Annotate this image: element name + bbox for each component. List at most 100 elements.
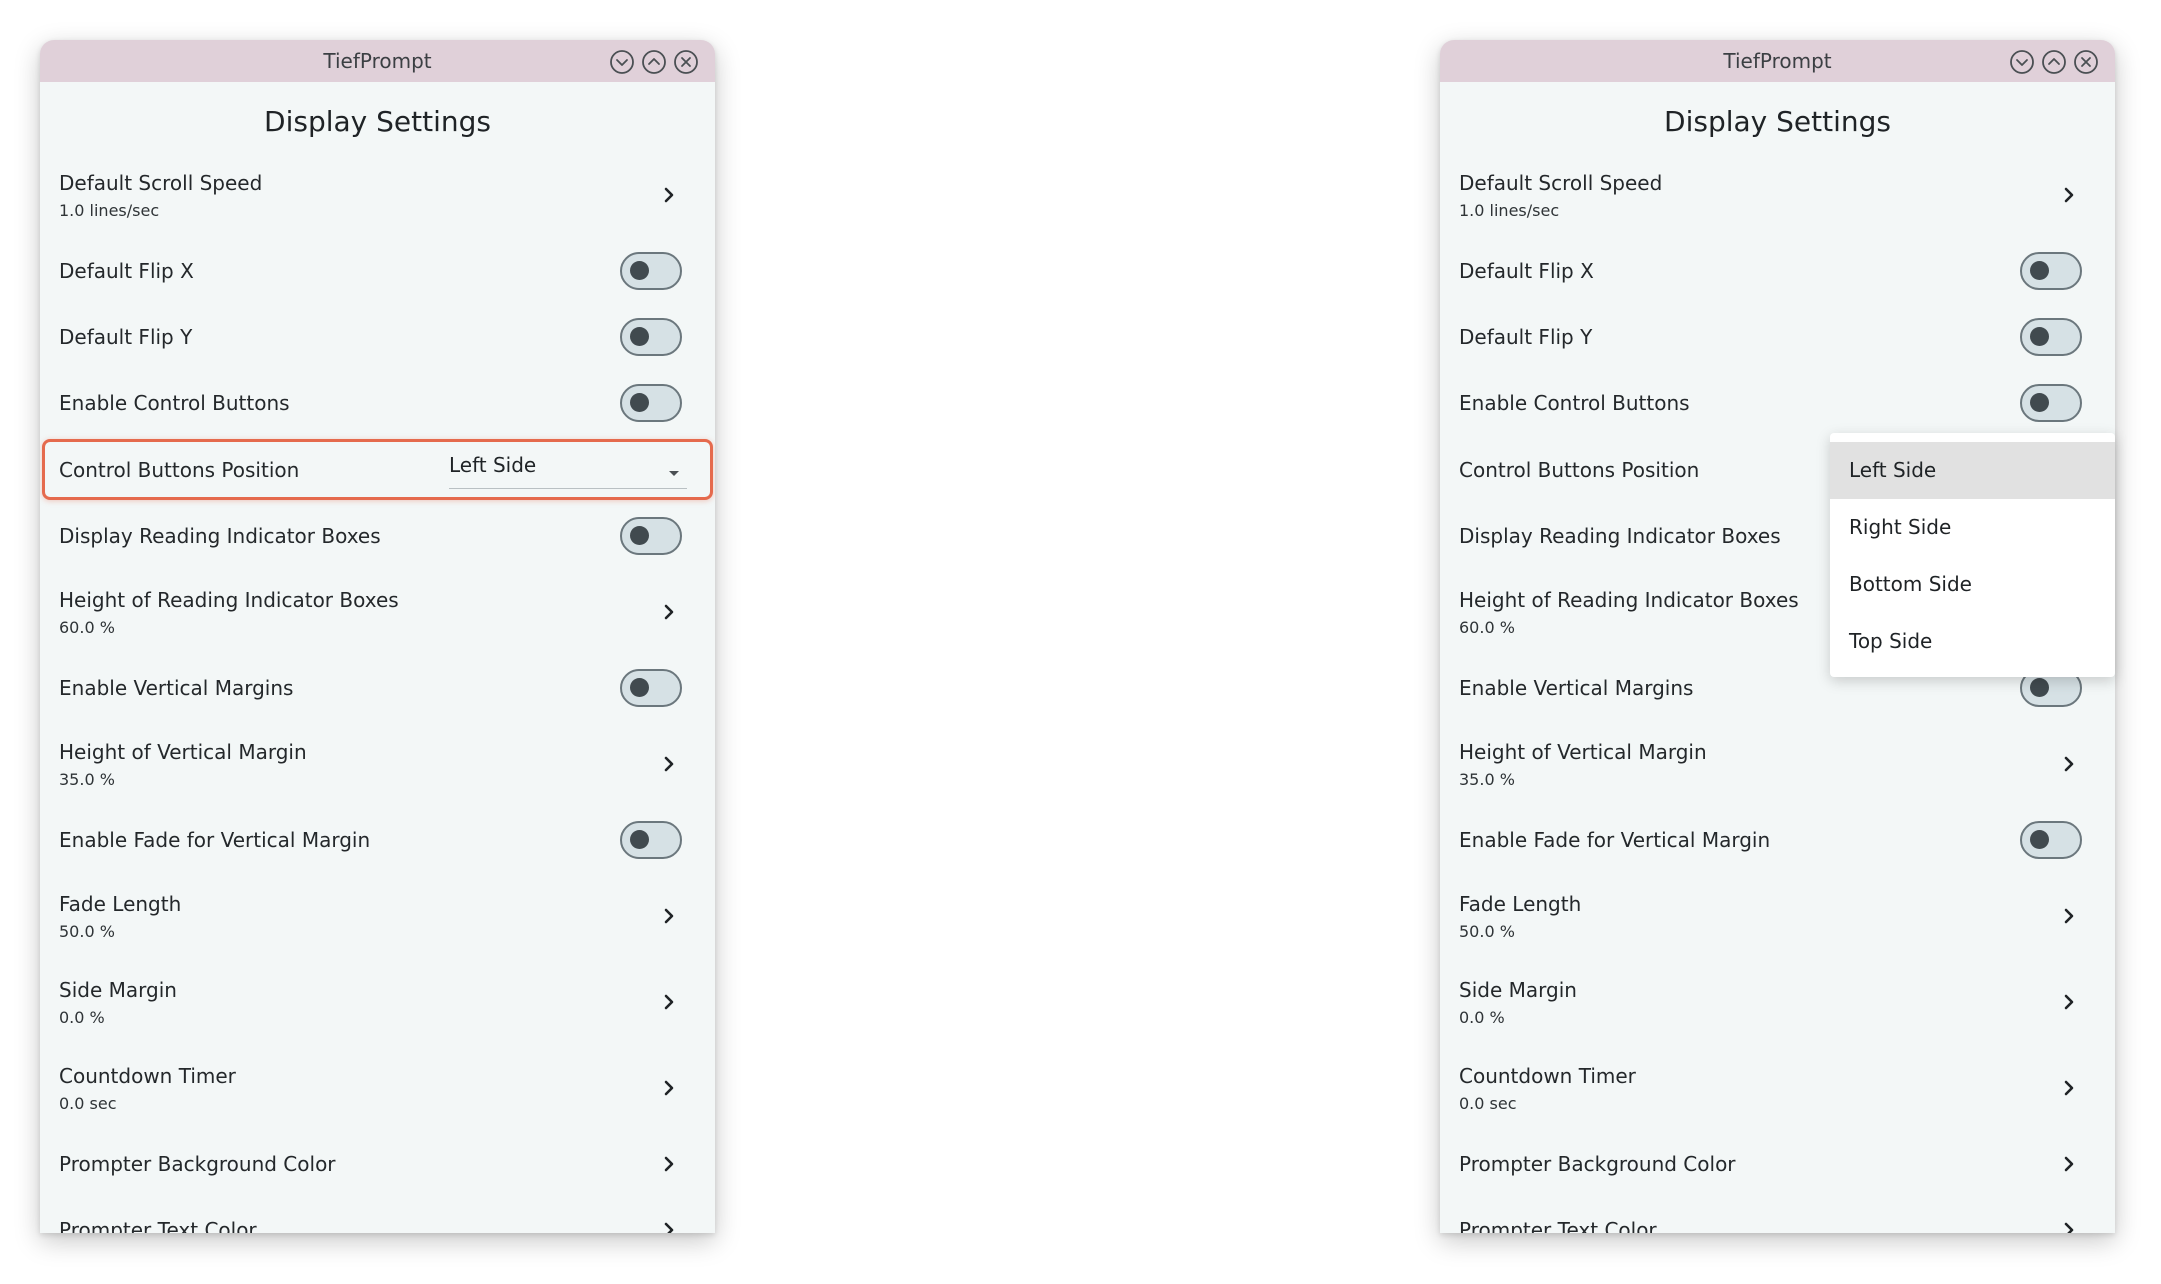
setting-label: Fade Length — [59, 891, 182, 916]
setting-label: Enable Fade for Vertical Margin — [59, 828, 371, 852]
setting-value: 0.0 % — [1459, 1007, 1505, 1027]
toggle-knob — [630, 393, 649, 412]
setting-label: Default Flip Y — [1459, 325, 1593, 349]
setting-prompter-text-color[interactable]: Prompter Text Color — [40, 1197, 715, 1233]
setting-label: Prompter Text Color — [1459, 1218, 1657, 1233]
setting-label: Default Scroll Speed — [59, 170, 263, 195]
setting-default-scroll-speed[interactable]: Default Scroll Speed 1.0 lines/sec — [1440, 152, 2115, 238]
maximize-icon[interactable] — [641, 49, 667, 75]
setting-value: 1.0 lines/sec — [59, 200, 160, 220]
setting-prompter-text-color[interactable]: Prompter Text Color — [1440, 1197, 2115, 1233]
setting-label: Height of Reading Indicator Boxes — [59, 587, 399, 612]
setting-countdown-timer[interactable]: Countdown Timer 0.0 sec — [1440, 1045, 2115, 1131]
setting-label: Prompter Text Color — [59, 1218, 257, 1233]
close-icon[interactable] — [2073, 49, 2099, 75]
position-dropdown-menu: Left Side Right Side Bottom Side Top Sid… — [1830, 433, 2115, 677]
setting-label: Countdown Timer — [1459, 1063, 1636, 1088]
toggle-knob — [630, 327, 649, 346]
titlebar[interactable]: TiefPrompt — [1440, 40, 2115, 82]
chevron-right-icon — [2058, 1219, 2080, 1233]
flip-y-toggle[interactable] — [2020, 318, 2082, 356]
vertical-margins-toggle[interactable] — [620, 669, 682, 707]
window-title: TiefPrompt — [1723, 49, 1832, 73]
toggle-knob — [2030, 678, 2049, 697]
setting-fade-length[interactable]: Fade Length 50.0 % — [40, 873, 715, 959]
menu-item-top-side[interactable]: Top Side — [1830, 613, 2115, 670]
setting-value: 50.0 % — [1459, 921, 1515, 941]
chevron-right-icon — [2058, 1077, 2080, 1099]
menu-item-left-side[interactable]: Left Side — [1830, 442, 2115, 499]
reading-indicator-toggle[interactable] — [620, 517, 682, 555]
setting-control-buttons-position: Control Buttons Position Left Side — [40, 436, 715, 503]
window-controls — [2009, 49, 2099, 75]
setting-value: 35.0 % — [59, 769, 115, 789]
setting-label: Countdown Timer — [59, 1063, 236, 1088]
setting-label: Enable Vertical Margins — [59, 676, 294, 700]
chevron-right-icon — [658, 184, 680, 206]
menu-item-bottom-side[interactable]: Bottom Side — [1830, 556, 2115, 613]
flip-y-toggle[interactable] — [620, 318, 682, 356]
setting-label: Enable Fade for Vertical Margin — [1459, 828, 1771, 852]
fade-toggle[interactable] — [2020, 821, 2082, 859]
control-buttons-toggle[interactable] — [620, 384, 682, 422]
toggle-knob — [630, 830, 649, 849]
setting-default-scroll-speed[interactable]: Default Scroll Speed 1.0 lines/sec — [40, 152, 715, 238]
setting-label: Enable Vertical Margins — [1459, 676, 1694, 700]
setting-display-reading-indicator-boxes: Display Reading Indicator Boxes — [40, 503, 715, 569]
setting-label: Default Flip X — [59, 259, 194, 283]
setting-height-vertical-margin[interactable]: Height of Vertical Margin 35.0 % — [40, 721, 715, 807]
caret-down-icon — [667, 463, 681, 476]
chevron-right-icon — [2058, 753, 2080, 775]
flip-x-toggle[interactable] — [2020, 252, 2082, 290]
setting-label: Default Scroll Speed — [1459, 170, 1663, 195]
setting-prompter-bg-color[interactable]: Prompter Background Color — [1440, 1131, 2115, 1197]
flip-x-toggle[interactable] — [620, 252, 682, 290]
setting-countdown-timer[interactable]: Countdown Timer 0.0 sec — [40, 1045, 715, 1131]
setting-height-vertical-margin[interactable]: Height of Vertical Margin 35.0 % — [1440, 721, 2115, 807]
setting-value: 0.0 sec — [59, 1093, 117, 1113]
titlebar[interactable]: TiefPrompt — [40, 40, 715, 82]
close-icon[interactable] — [673, 49, 699, 75]
position-dropdown[interactable]: Left Side — [449, 449, 687, 489]
fade-toggle[interactable] — [620, 821, 682, 859]
minimize-icon[interactable] — [609, 49, 635, 75]
chevron-right-icon — [658, 991, 680, 1013]
chevron-right-icon — [658, 905, 680, 927]
window-controls — [609, 49, 699, 75]
minimize-icon[interactable] — [2009, 49, 2035, 75]
setting-value: 0.0 sec — [1459, 1093, 1517, 1113]
chevron-right-icon — [2058, 991, 2080, 1013]
setting-label: Side Margin — [1459, 977, 1577, 1002]
toggle-knob — [2030, 830, 2049, 849]
chevron-right-icon — [658, 753, 680, 775]
setting-value: 0.0 % — [59, 1007, 105, 1027]
setting-label: Prompter Background Color — [1459, 1152, 1736, 1176]
setting-side-margin[interactable]: Side Margin 0.0 % — [1440, 959, 2115, 1045]
setting-value: 50.0 % — [59, 921, 115, 941]
setting-prompter-bg-color[interactable]: Prompter Background Color — [40, 1131, 715, 1197]
setting-enable-control-buttons: Enable Control Buttons — [1440, 370, 2115, 436]
setting-label: Display Reading Indicator Boxes — [59, 524, 381, 548]
setting-label: Enable Control Buttons — [59, 391, 290, 415]
window-title: TiefPrompt — [323, 49, 432, 73]
chevron-right-icon — [2058, 905, 2080, 927]
setting-enable-fade: Enable Fade for Vertical Margin — [40, 807, 715, 873]
menu-item-right-side[interactable]: Right Side — [1830, 499, 2115, 556]
chevron-right-icon — [658, 1219, 680, 1233]
setting-default-flip-y: Default Flip Y — [40, 304, 715, 370]
setting-height-reading-indicator[interactable]: Height of Reading Indicator Boxes 60.0 % — [40, 569, 715, 655]
toggle-knob — [630, 526, 649, 545]
setting-label: Height of Vertical Margin — [59, 739, 307, 764]
settings-list: Default Scroll Speed 1.0 lines/sec Defaul… — [1440, 152, 2115, 1233]
setting-label: Fade Length — [1459, 891, 1582, 916]
setting-default-flip-x: Default Flip X — [1440, 238, 2115, 304]
chevron-right-icon — [658, 1153, 680, 1175]
chevron-right-icon — [2058, 184, 2080, 206]
control-buttons-toggle[interactable] — [2020, 384, 2082, 422]
setting-default-flip-x: Default Flip X — [40, 238, 715, 304]
setting-side-margin[interactable]: Side Margin 0.0 % — [40, 959, 715, 1045]
setting-enable-control-buttons: Enable Control Buttons — [40, 370, 715, 436]
setting-label: Prompter Background Color — [59, 1152, 336, 1176]
setting-fade-length[interactable]: Fade Length 50.0 % — [1440, 873, 2115, 959]
maximize-icon[interactable] — [2041, 49, 2067, 75]
